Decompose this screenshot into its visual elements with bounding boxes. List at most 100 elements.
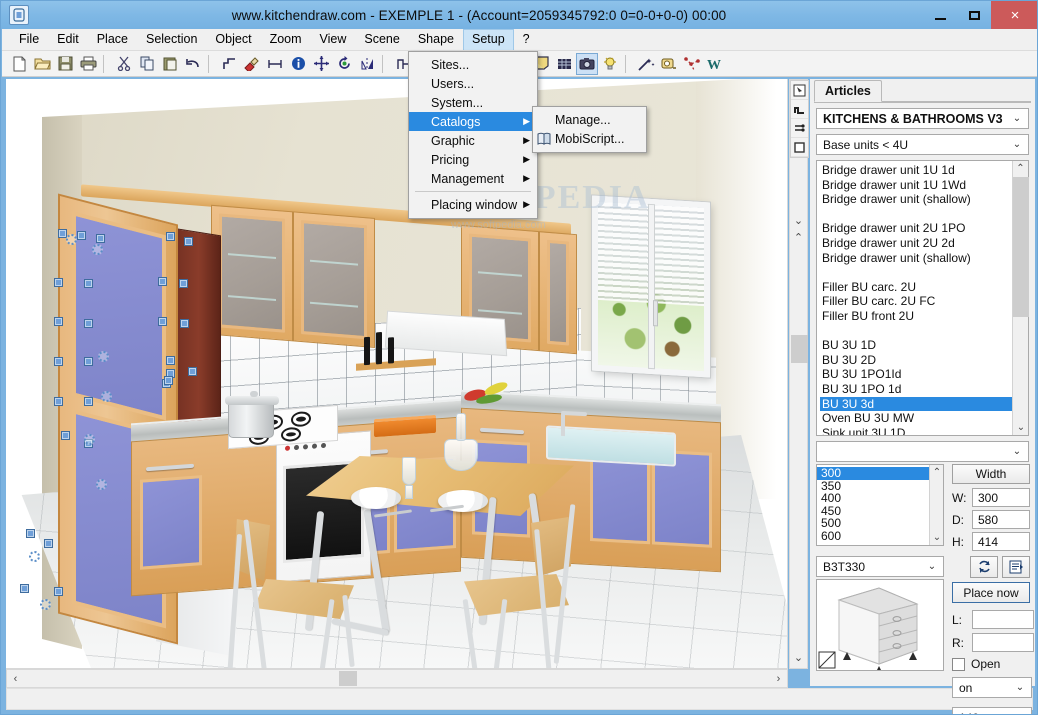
- close-button[interactable]: ×: [991, 1, 1037, 29]
- open-checkbox-row[interactable]: Open: [952, 657, 1000, 671]
- scroll-left-arrow-icon[interactable]: ‹: [7, 670, 24, 687]
- right-input[interactable]: [972, 633, 1034, 652]
- scroll-right-arrow-icon[interactable]: ›: [770, 670, 787, 687]
- catalog-dropdown[interactable]: KITCHENS & BATHROOMS V3 ⌄: [816, 108, 1029, 129]
- place-now-button[interactable]: Place now: [952, 582, 1030, 603]
- list-item-selected[interactable]: BU 3U 3d: [820, 396, 1012, 412]
- maximize-button[interactable]: [957, 1, 991, 29]
- built-in-oven[interactable]: [276, 430, 371, 583]
- paste-icon[interactable]: [159, 53, 181, 75]
- open-folder-icon[interactable]: [31, 53, 53, 75]
- list-item[interactable]: Bridge drawer unit 1U 1d: [820, 163, 1012, 178]
- scroll-down-arrow-icon-2[interactable]: ⌄: [790, 649, 807, 666]
- size-listbox[interactable]: 300 350 400 450 500 600 ⌃ ⌄: [816, 464, 944, 546]
- model-dropdown[interactable]: B3T330 ⌄: [816, 556, 944, 577]
- scroll-thumb[interactable]: [1013, 177, 1029, 317]
- list-item[interactable]: Filler BU carc. 2U FC: [820, 294, 1012, 309]
- width-input[interactable]: 300: [972, 488, 1030, 507]
- menu-place[interactable]: Place: [88, 29, 137, 50]
- paint-icon[interactable]: [241, 53, 263, 75]
- scroll-up-arrow-icon[interactable]: ⌃: [790, 229, 807, 246]
- cut-icon[interactable]: [113, 53, 135, 75]
- magic-wand-icon[interactable]: [635, 53, 657, 75]
- submenu-item-manage[interactable]: Manage...: [533, 110, 646, 129]
- setup-dropdown-menu[interactable]: Sites... Users... System... Catalogs ▶ G…: [408, 51, 538, 219]
- list-item[interactable]: Bridge drawer unit 2U 1PO: [820, 221, 1012, 236]
- tab-articles[interactable]: Articles: [814, 80, 882, 102]
- list-item[interactable]: Oven BU 3U MW: [820, 411, 1012, 426]
- menu-item-users[interactable]: Users...: [409, 74, 537, 93]
- height-input[interactable]: 414: [972, 532, 1030, 551]
- scroll-down-arrow-icon[interactable]: ⌄: [1013, 420, 1029, 435]
- save-icon[interactable]: [54, 53, 76, 75]
- render-grid-icon[interactable]: [553, 53, 575, 75]
- size-item[interactable]: 400: [817, 492, 929, 505]
- scroll-down-arrow-icon[interactable]: ⌄: [790, 212, 807, 229]
- kitchen-window[interactable]: [592, 195, 710, 378]
- dimension-tool-icon[interactable]: [791, 119, 808, 138]
- menu-item-system[interactable]: System...: [409, 93, 537, 112]
- vscroll-thumb[interactable]: [791, 335, 808, 363]
- list-item[interactable]: BU 3U 1D: [820, 338, 1012, 353]
- viewport-vertical-scrollbar[interactable]: ⌄ ⌃ ⌄: [789, 79, 808, 669]
- scroll-up-arrow-icon[interactable]: ⌃: [930, 465, 944, 480]
- kitchen-sink[interactable]: [546, 425, 676, 467]
- wall-cabinet-glass-1[interactable]: [211, 204, 293, 342]
- state-dropdown[interactable]: on ⌄: [952, 677, 1032, 698]
- list-item[interactable]: BU 3U 1PO1Id: [820, 367, 1012, 382]
- wall-cabinet-glass-4[interactable]: [539, 231, 577, 355]
- light-bulb-icon[interactable]: [599, 53, 621, 75]
- select-arrow-icon[interactable]: [791, 81, 808, 100]
- menu-object[interactable]: Object: [206, 29, 260, 50]
- dimension-icon[interactable]: [264, 53, 286, 75]
- menu-item-graphic[interactable]: Graphic ▶: [409, 131, 537, 150]
- refresh-icon[interactable]: [970, 556, 998, 578]
- word-export-icon[interactable]: W: [704, 53, 726, 75]
- variant-dropdown[interactable]: ⌄: [816, 441, 1029, 462]
- submenu-item-mobiscript[interactable]: MobiScript...: [533, 129, 646, 148]
- menu-file[interactable]: File: [10, 29, 48, 50]
- wall-corner-icon[interactable]: [791, 100, 808, 119]
- wall-icon[interactable]: [218, 53, 240, 75]
- scroll-up-arrow-icon[interactable]: ⌃: [1013, 161, 1028, 176]
- left-input[interactable]: [972, 610, 1034, 629]
- rotate-icon[interactable]: [333, 53, 355, 75]
- list-item[interactable]: BU 3U 1PO 1d: [820, 382, 1012, 397]
- details-icon[interactable]: [1002, 556, 1030, 578]
- open-checkbox[interactable]: [952, 657, 965, 671]
- menu-setup[interactable]: Setup: [463, 29, 514, 50]
- viewport-horizontal-scrollbar[interactable]: ‹ ›: [6, 669, 788, 688]
- articles-scrollbar[interactable]: ⌃ ⌄: [1012, 161, 1029, 435]
- wall-cabinet-glass-2[interactable]: [293, 211, 375, 348]
- panel-height-dropdown[interactable]: 140 ⌄: [952, 707, 1032, 714]
- new-file-icon[interactable]: [8, 53, 30, 75]
- menu-item-pricing[interactable]: Pricing ▶: [409, 150, 537, 169]
- menu-item-management[interactable]: Management ▶: [409, 169, 537, 188]
- articles-listbox[interactable]: Bridge drawer unit 1U 1d Bridge drawer u…: [816, 160, 1029, 436]
- size-item[interactable]: 600: [817, 530, 929, 543]
- menu-item-placing-window[interactable]: Placing window ▶: [409, 195, 537, 214]
- scroll-down-arrow-icon[interactable]: ⌄: [930, 530, 944, 545]
- category-dropdown[interactable]: Base units < 4U ⌄: [816, 134, 1029, 155]
- depth-input[interactable]: 580: [972, 510, 1030, 529]
- minimize-button[interactable]: [923, 1, 957, 29]
- print-icon[interactable]: [77, 53, 99, 75]
- tape-measure-icon[interactable]: [658, 53, 680, 75]
- list-item[interactable]: Sink unit 3U 1D: [820, 426, 1012, 435]
- undo-icon[interactable]: [182, 53, 204, 75]
- menu-edit[interactable]: Edit: [48, 29, 88, 50]
- list-item[interactable]: Bridge drawer unit (shallow): [820, 192, 1012, 207]
- hscroll-track[interactable]: [24, 670, 770, 687]
- copy-icon[interactable]: [136, 53, 158, 75]
- menu-zoom[interactable]: Zoom: [261, 29, 311, 50]
- copy-object-icon[interactable]: [791, 138, 808, 157]
- base-door-blue[interactable]: [140, 475, 202, 570]
- info-icon[interactable]: [287, 53, 309, 75]
- move-icon[interactable]: [310, 53, 332, 75]
- list-item[interactable]: Bridge drawer unit (shallow): [820, 251, 1012, 266]
- list-item[interactable]: Bridge drawer unit 1U 1Wd: [820, 178, 1012, 193]
- 3d-viewport[interactable]: SOFTPEDIA www.softpedia.com: [6, 79, 788, 669]
- catalogs-submenu[interactable]: Manage... MobiScript...: [532, 106, 647, 153]
- menu-scene[interactable]: Scene: [355, 29, 408, 50]
- polyline-icon[interactable]: [681, 53, 703, 75]
